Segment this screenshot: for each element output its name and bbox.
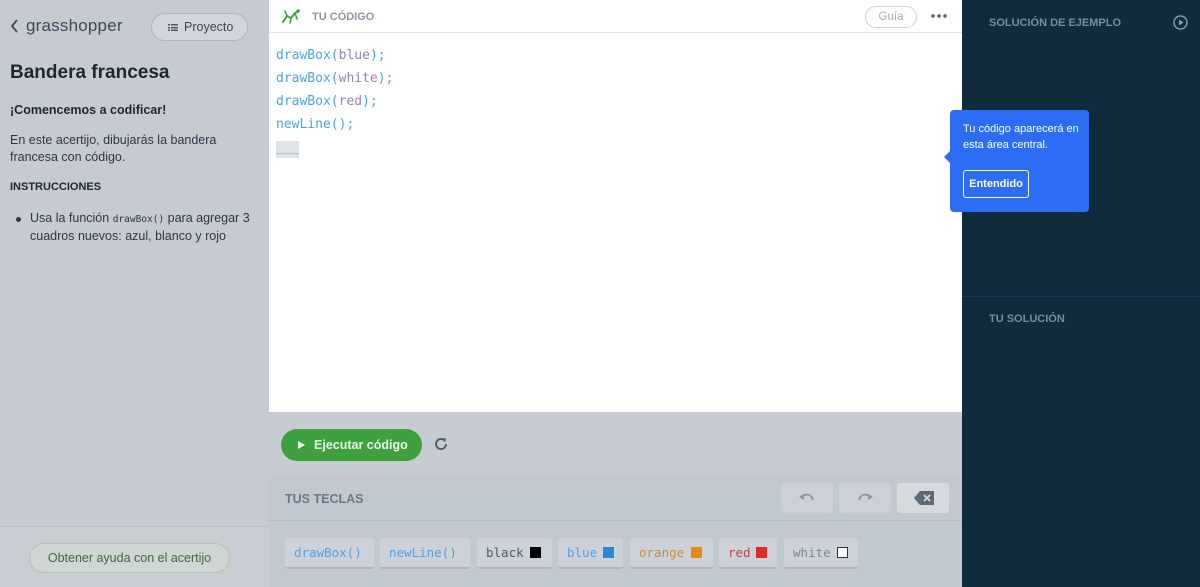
key-orange-label: orange (639, 545, 685, 560)
chevron-left-icon[interactable] (9, 18, 21, 34)
play-circle-icon[interactable] (1173, 15, 1188, 30)
color-swatch (603, 547, 614, 558)
code-area[interactable]: drawBox(blue); drawBox(white); drawBox(r… (276, 46, 393, 161)
key-blue-label: blue (567, 545, 598, 560)
run-bar: Ejecutar código (269, 412, 962, 476)
color-swatch (691, 547, 702, 558)
run-code-button[interactable]: Ejecutar código (281, 429, 422, 461)
tooltip-text: Tu código aparecerá en esta área central… (963, 123, 1079, 151)
intro-heading: ¡Comencemos a codificar! (10, 103, 167, 117)
instructions-heading: INSTRUCCIONES (10, 181, 102, 193)
paren: ); (369, 48, 386, 63)
code-function[interactable]: drawBox (276, 71, 331, 86)
top-bar: grasshopper Proyecto (0, 0, 269, 52)
backspace-icon (914, 491, 934, 505)
onboarding-tooltip: Tu código aparecerá en esta área central… (944, 110, 1089, 212)
tooltip-arrow (944, 150, 951, 164)
key-white[interactable]: white (784, 538, 858, 569)
code-line[interactable]: drawBox(red); (276, 92, 393, 115)
redo-icon (858, 493, 873, 501)
key-newline[interactable]: newLine() (380, 538, 470, 569)
key-black-label: black (486, 545, 524, 560)
code-function[interactable]: newLine (276, 117, 331, 132)
color-swatch (837, 547, 848, 558)
divider (962, 296, 1200, 297)
key-blue[interactable]: blue (558, 538, 623, 569)
code-argument[interactable]: blue (339, 48, 370, 63)
get-help-button[interactable]: Obtener ayuda con el acertijo (29, 543, 230, 573)
instruction-code: drawBox() (112, 214, 165, 225)
code-function[interactable]: drawBox (276, 48, 331, 63)
undo-icon (799, 493, 814, 501)
paren: ); (362, 94, 378, 109)
code-argument[interactable]: white (339, 71, 378, 86)
guide-button[interactable]: Guía (865, 6, 917, 28)
puzzle-panel: grasshopper Proyecto Bandera francesa ¡C… (0, 0, 269, 587)
key-white-label: white (793, 545, 831, 560)
instruction-item: Usa la función drawBox() para agregar 3 … (16, 210, 250, 245)
paren: ( (330, 48, 339, 63)
key-red[interactable]: red (719, 538, 777, 569)
code-line[interactable]: drawBox(white); (276, 69, 393, 92)
play-icon (298, 441, 305, 449)
reset-icon[interactable] (433, 436, 449, 452)
intro-text: En este acertijo, dibujarás la bandera f… (10, 133, 217, 164)
cursor-placeholder[interactable]: ___ (276, 141, 299, 158)
paren: (); (330, 117, 355, 132)
keys-panel: TUS TECLAS drawBox() newLine() black blu… (269, 476, 962, 587)
more-options-icon[interactable] (931, 14, 947, 18)
code-line[interactable]: drawBox(blue); (276, 46, 393, 69)
run-code-label: Ejecutar código (314, 438, 408, 452)
paren: ( (330, 94, 339, 109)
color-swatch (530, 547, 541, 558)
code-function[interactable]: drawBox (276, 94, 331, 109)
color-swatch (756, 547, 767, 558)
puzzle-title: Bandera francesa (10, 62, 170, 83)
got-it-button[interactable]: Entendido (963, 170, 1029, 198)
project-button[interactable]: Proyecto (151, 13, 248, 41)
key-orange[interactable]: orange (630, 538, 713, 569)
grasshopper-icon (282, 9, 300, 24)
paren: ( (330, 71, 339, 86)
key-drawbox[interactable]: drawBox() (285, 538, 374, 569)
keys-header: TUS TECLAS (269, 476, 962, 521)
redo-button[interactable] (839, 483, 891, 513)
example-solution-heading: SOLUCIÓN DE EJEMPLO (989, 17, 1122, 29)
keys-title: TUS TECLAS (285, 492, 364, 506)
solution-panel: SOLUCIÓN DE EJEMPLO TU SOLUCIÓN (962, 0, 1200, 587)
key-red-label: red (728, 545, 751, 560)
bullet (16, 217, 21, 222)
code-editor[interactable]: TU CÓDIGO Guía drawBox(blue); drawBox(wh… (269, 0, 962, 412)
instruction-prefix: Usa la función (30, 211, 113, 225)
paren: ); (377, 71, 394, 86)
project-button-label: Proyecto (184, 20, 234, 34)
code-argument[interactable]: red (339, 94, 362, 109)
delete-button[interactable] (897, 483, 949, 513)
list-icon (168, 24, 178, 31)
editor-title: TU CÓDIGO (312, 11, 375, 23)
key-black[interactable]: black (477, 538, 552, 569)
code-line[interactable]: ___ (276, 138, 393, 161)
logo[interactable]: grasshopper (26, 16, 123, 36)
undo-button[interactable] (781, 483, 833, 513)
editor-header: TU CÓDIGO Guía (269, 0, 962, 33)
code-line[interactable]: newLine(); (276, 115, 393, 138)
your-solution-heading: TU SOLUCIÓN (989, 313, 1065, 325)
